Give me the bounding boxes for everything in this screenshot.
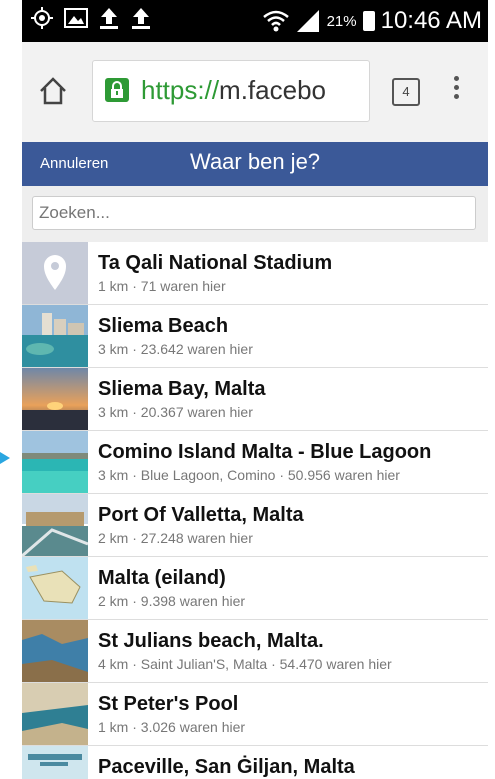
status-left-icons xyxy=(30,6,152,30)
clock: 10:46 AM xyxy=(380,7,482,34)
battery-percent: 21% xyxy=(326,12,357,30)
url-text: https://m.facebo xyxy=(141,75,326,106)
list-item[interactable]: St Peter's Pool 1 km · 3.026 waren hier xyxy=(22,683,488,746)
page-header: Annuleren Waar ben je? xyxy=(22,142,488,186)
place-name: Sliema Bay, Malta xyxy=(98,378,266,400)
place-thumbnail xyxy=(22,431,88,493)
place-thumbnail xyxy=(22,305,88,367)
url-host: m.facebo xyxy=(219,75,326,105)
list-item[interactable]: Paceville, San Ġiljan, Malta xyxy=(22,746,488,779)
place-meta: 1 km · 3.026 waren hier xyxy=(98,719,246,735)
url-scheme: https:// xyxy=(141,75,220,105)
list-item[interactable]: St Julians beach, Malta. 4 km · Saint Ju… xyxy=(22,620,488,683)
place-meta: 3 km · Blue Lagoon, Comino · 50.956 ware… xyxy=(98,467,400,483)
location-pin-icon xyxy=(22,242,88,304)
overflow-menu-icon[interactable] xyxy=(452,72,460,112)
search-input[interactable] xyxy=(32,196,476,230)
place-thumbnail xyxy=(22,368,88,430)
list-item[interactable]: Port Of Valletta, Malta 2 km · 27.248 wa… xyxy=(22,494,488,557)
phone-screen: 21% 10:46 AM https://m.facebo 4 Annulere… xyxy=(22,0,488,779)
lock-icon xyxy=(105,78,129,102)
place-meta: 1 km · 71 waren hier xyxy=(98,278,226,294)
place-thumbnail xyxy=(22,557,88,619)
place-thumbnail xyxy=(22,746,88,779)
place-meta: 2 km · 9.398 waren hier xyxy=(98,593,246,609)
pointer-arrow-icon xyxy=(0,452,10,464)
list-item[interactable]: Sliema Beach 3 km · 23.642 waren hier xyxy=(22,305,488,368)
list-item[interactable]: Sliema Bay, Malta 3 km · 20.367 waren hi… xyxy=(22,368,488,431)
status-bar: 21% 10:46 AM xyxy=(22,0,488,42)
place-meta: 3 km · 23.642 waren hier xyxy=(98,341,253,357)
place-meta: 2 km · 27.248 waren hier xyxy=(98,530,253,546)
place-thumbnail xyxy=(22,494,88,556)
search-bar xyxy=(22,186,488,242)
tab-switcher-button[interactable]: 4 xyxy=(392,78,420,106)
list-item[interactable]: Comino Island Malta - Blue Lagoon 3 km ·… xyxy=(22,431,488,494)
place-name: Sliema Beach xyxy=(98,315,229,337)
upload-icon xyxy=(132,8,150,29)
place-name: St Julians beach, Malta. xyxy=(98,630,324,652)
places-list: Ta Qali National Stadium 1 km · 71 waren… xyxy=(22,242,488,779)
status-right-icons: 21% 10:46 AM xyxy=(262,4,482,38)
place-name: Port Of Valletta, Malta xyxy=(98,504,304,526)
image-icon xyxy=(64,8,88,28)
place-name: Ta Qali National Stadium xyxy=(98,252,333,274)
place-name: Malta (eiland) xyxy=(98,567,226,589)
place-thumbnail xyxy=(22,620,88,682)
place-thumbnail xyxy=(22,683,88,745)
place-meta: 3 km · 20.367 waren hier xyxy=(98,404,253,420)
gps-icon xyxy=(31,7,53,29)
url-bar[interactable]: https://m.facebo xyxy=(92,60,370,122)
place-meta: 4 km · Saint Julian'S, Malta · 54.470 wa… xyxy=(98,656,392,672)
list-item[interactable]: Ta Qali National Stadium 1 km · 71 waren… xyxy=(22,242,488,305)
place-name: Comino Island Malta - Blue Lagoon xyxy=(98,441,432,463)
signal-icon xyxy=(296,10,319,32)
place-name: Paceville, San Ġiljan, Malta xyxy=(98,756,355,778)
list-item[interactable]: Malta (eiland) 2 km · 9.398 waren hier xyxy=(22,557,488,620)
battery-icon xyxy=(362,11,375,31)
upload-icon xyxy=(100,8,118,29)
browser-toolbar: https://m.facebo 4 xyxy=(22,42,488,142)
page-title: Waar ben je? xyxy=(190,149,321,174)
place-name: St Peter's Pool xyxy=(98,693,239,715)
home-icon[interactable] xyxy=(38,76,68,106)
cancel-button[interactable]: Annuleren xyxy=(40,155,108,172)
wifi-icon xyxy=(262,10,289,32)
